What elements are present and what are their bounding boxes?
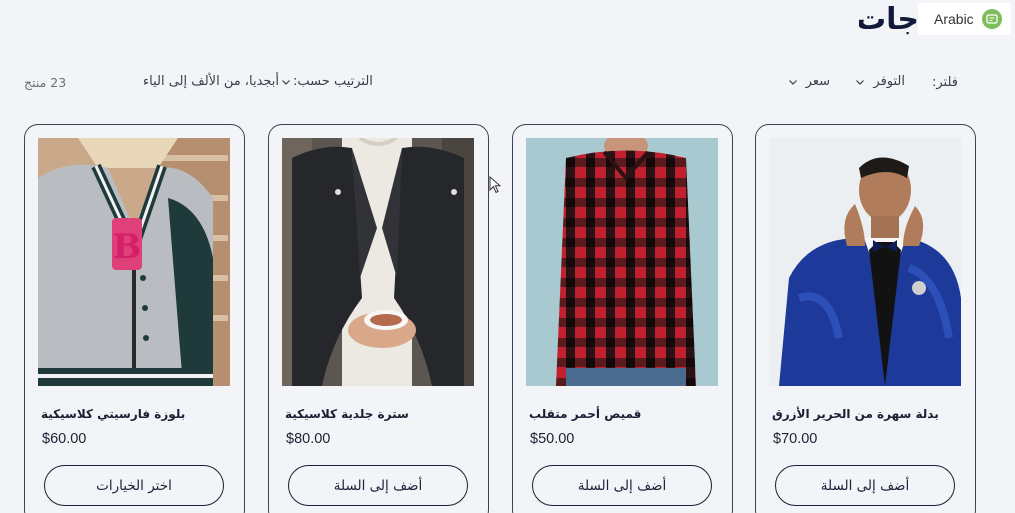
product-image[interactable] xyxy=(769,138,961,386)
collection-toolbar: 23 منتج الترتيب حسب: أبجديا، من الألف إل… xyxy=(0,74,1015,94)
choose-options-button[interactable]: اختر الخيارات xyxy=(44,465,224,506)
product-name[interactable]: قميص أحمر متقلب xyxy=(529,407,716,421)
page-title: جات xyxy=(859,2,919,37)
product-card[interactable]: قميص أحمر متقلب $50.00 أضف إلى السلة xyxy=(512,124,733,513)
language-label: Arabic xyxy=(934,11,974,27)
product-price: $50.00 xyxy=(530,431,575,447)
filter-price-label: سعر xyxy=(805,74,830,89)
product-card[interactable]: بدلة سهرة من الحرير الأزرق $70.00 أضف إل… xyxy=(755,124,976,513)
filter-label: فلتر: xyxy=(932,75,958,90)
add-to-cart-button[interactable]: أضف إلى السلة xyxy=(775,465,955,506)
chevron-down-icon xyxy=(788,79,797,85)
product-card[interactable]: B بلوزة فارسيتي كلاسيكية $60.00 اختر الخ… xyxy=(24,124,245,513)
product-image[interactable]: B xyxy=(38,138,230,386)
product-card[interactable]: سترة جلدية كلاسيكية $80.00 أضف إلى السلة xyxy=(268,124,489,513)
filter-price-dropdown[interactable]: سعر xyxy=(788,74,830,89)
product-image[interactable] xyxy=(282,138,474,386)
filter-availability-label: التوفر xyxy=(873,74,905,89)
sort-value: أبجديا، من الألف إلى الياء xyxy=(143,74,280,89)
product-name[interactable]: بدلة سهرة من الحرير الأزرق xyxy=(772,407,959,421)
sort-dropdown[interactable]: الترتيب حسب: أبجديا، من الألف إلى الياء xyxy=(143,74,373,89)
add-to-cart-button[interactable]: أضف إلى السلة xyxy=(288,465,468,506)
svg-text:B: B xyxy=(113,227,142,267)
product-name[interactable]: سترة جلدية كلاسيكية xyxy=(285,407,472,421)
product-price: $60.00 xyxy=(42,431,87,447)
chevron-down-icon xyxy=(282,79,290,85)
product-count: 23 منتج xyxy=(24,75,67,90)
product-image[interactable] xyxy=(526,138,718,386)
product-price: $70.00 xyxy=(773,431,818,447)
sort-label: الترتيب حسب: xyxy=(293,74,373,89)
language-selector[interactable]: Arabic xyxy=(918,3,1011,35)
product-price: $80.00 xyxy=(286,431,331,447)
mouse-cursor-icon xyxy=(489,176,501,194)
translate-icon xyxy=(982,9,1002,29)
filter-availability-dropdown[interactable]: التوفر xyxy=(855,74,905,89)
product-name[interactable]: بلوزة فارسيتي كلاسيكية xyxy=(41,407,228,421)
add-to-cart-button[interactable]: أضف إلى السلة xyxy=(532,465,712,506)
chevron-down-icon xyxy=(856,79,865,85)
